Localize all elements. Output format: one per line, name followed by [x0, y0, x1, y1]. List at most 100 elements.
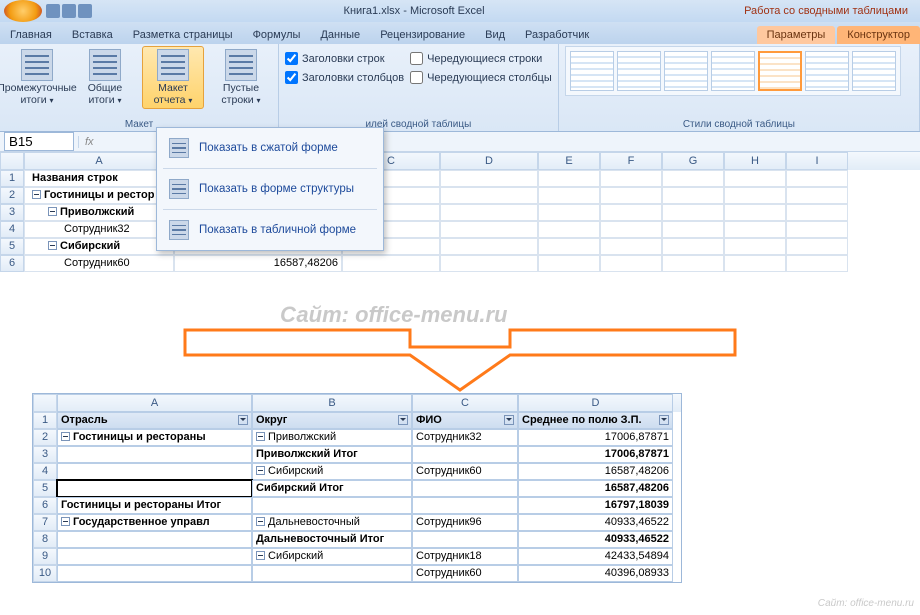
- dropdown-outline[interactable]: Показать в форме структуры: [157, 169, 383, 209]
- cell[interactable]: Названия строк: [24, 170, 174, 187]
- cell[interactable]: [600, 204, 662, 221]
- collapse-icon[interactable]: [48, 207, 57, 216]
- row-header[interactable]: 4: [33, 463, 57, 480]
- column-header[interactable]: F: [600, 152, 662, 170]
- cell[interactable]: [724, 221, 786, 238]
- cell[interactable]: [662, 238, 724, 255]
- cell[interactable]: 16587,48206: [518, 463, 673, 480]
- cell[interactable]: [600, 187, 662, 204]
- qat-redo-icon[interactable]: [78, 4, 92, 18]
- cell[interactable]: [724, 204, 786, 221]
- cell[interactable]: [412, 446, 518, 463]
- checkbox-input[interactable]: [410, 52, 423, 65]
- collapse-icon[interactable]: [256, 466, 265, 475]
- qat-undo-icon[interactable]: [62, 4, 76, 18]
- tab-home[interactable]: Главная: [0, 26, 62, 44]
- cell[interactable]: 40396,08933: [518, 565, 673, 582]
- cell[interactable]: 16797,18039: [518, 497, 673, 514]
- cell[interactable]: Приволжский: [252, 429, 412, 446]
- cell[interactable]: [538, 255, 600, 272]
- qat-save-icon[interactable]: [46, 4, 60, 18]
- filter-icon[interactable]: [238, 415, 248, 425]
- cell[interactable]: [440, 187, 538, 204]
- column-header[interactable]: I: [786, 152, 848, 170]
- cell[interactable]: [724, 255, 786, 272]
- style-thumb-selected[interactable]: [758, 51, 802, 91]
- collapse-icon[interactable]: [256, 517, 265, 526]
- cell[interactable]: [786, 187, 848, 204]
- cell[interactable]: [57, 480, 252, 497]
- filter-icon[interactable]: [504, 415, 514, 425]
- cell[interactable]: Сибирский: [252, 548, 412, 565]
- cell[interactable]: [724, 187, 786, 204]
- checkbox-input[interactable]: [285, 52, 298, 65]
- cell[interactable]: [786, 221, 848, 238]
- filter-icon[interactable]: [398, 415, 408, 425]
- cell[interactable]: Дальневосточный: [252, 514, 412, 531]
- row-header[interactable]: 2: [33, 429, 57, 446]
- collapse-icon[interactable]: [256, 551, 265, 560]
- cell[interactable]: Сотрудник60: [24, 255, 174, 272]
- style-thumb[interactable]: [805, 51, 849, 91]
- style-thumb[interactable]: [852, 51, 896, 91]
- row-header[interactable]: 4: [0, 221, 24, 238]
- cell[interactable]: [440, 204, 538, 221]
- cell[interactable]: [412, 497, 518, 514]
- cell[interactable]: Дальневосточный Итог: [252, 531, 412, 548]
- column-header[interactable]: E: [538, 152, 600, 170]
- column-header[interactable]: C: [412, 394, 518, 412]
- cell[interactable]: Отрасль: [57, 412, 252, 429]
- column-header[interactable]: D: [518, 394, 673, 412]
- cell[interactable]: Государственное управл: [57, 514, 252, 531]
- cell[interactable]: Сибирский Итог: [252, 480, 412, 497]
- layout-button[interactable]: Промежуточныеитоги ▾: [6, 46, 68, 109]
- cell[interactable]: Сотрудник96: [412, 514, 518, 531]
- column-header[interactable]: D: [440, 152, 538, 170]
- row-header[interactable]: 1: [33, 412, 57, 429]
- cell[interactable]: [440, 170, 538, 187]
- select-all-corner[interactable]: [0, 152, 24, 170]
- cell[interactable]: Приволжский Итог: [252, 446, 412, 463]
- cell[interactable]: [412, 480, 518, 497]
- cell[interactable]: [786, 170, 848, 187]
- checkbox-input[interactable]: [410, 71, 423, 84]
- cell[interactable]: [600, 221, 662, 238]
- tab-design[interactable]: Конструктор: [837, 26, 920, 44]
- cell[interactable]: [600, 170, 662, 187]
- cell[interactable]: [252, 565, 412, 582]
- tab-page-layout[interactable]: Разметка страницы: [123, 26, 243, 44]
- row-header[interactable]: 8: [33, 531, 57, 548]
- row-header[interactable]: 3: [33, 446, 57, 463]
- cell[interactable]: [57, 463, 252, 480]
- collapse-icon[interactable]: [61, 432, 70, 441]
- column-header[interactable]: H: [724, 152, 786, 170]
- cell[interactable]: Среднее по полю З.П.: [518, 412, 673, 429]
- cell[interactable]: [342, 255, 440, 272]
- cell[interactable]: 40933,46522: [518, 531, 673, 548]
- row-header[interactable]: 3: [0, 204, 24, 221]
- collapse-icon[interactable]: [256, 432, 265, 441]
- tab-developer[interactable]: Разработчик: [515, 26, 599, 44]
- layout-button[interactable]: Общиеитоги ▾: [74, 46, 136, 109]
- cell[interactable]: 16587,48206: [518, 480, 673, 497]
- cell[interactable]: [662, 170, 724, 187]
- row-header[interactable]: 2: [0, 187, 24, 204]
- cell[interactable]: [412, 531, 518, 548]
- cell[interactable]: [786, 238, 848, 255]
- cell[interactable]: Гостиницы и рестораны: [57, 429, 252, 446]
- cell[interactable]: [662, 204, 724, 221]
- style-option-checkbox[interactable]: Чередующиеся столбцы: [410, 71, 552, 84]
- style-thumb[interactable]: [664, 51, 708, 91]
- cell[interactable]: Сотрудник60: [412, 565, 518, 582]
- style-thumb[interactable]: [617, 51, 661, 91]
- cell[interactable]: [440, 221, 538, 238]
- cell[interactable]: [57, 565, 252, 582]
- worksheet-bottom[interactable]: ABCD1ОтрасльОкругФИОСреднее по полю З.П.…: [32, 393, 682, 583]
- checkbox-input[interactable]: [285, 71, 298, 84]
- cell[interactable]: Сотрудник32: [24, 221, 174, 238]
- layout-button[interactable]: Макетотчета ▾: [142, 46, 204, 109]
- dropdown-compact[interactable]: Показать в сжатой форме: [157, 128, 383, 168]
- row-header[interactable]: 6: [0, 255, 24, 272]
- tab-options[interactable]: Параметры: [757, 26, 836, 44]
- cell[interactable]: [252, 497, 412, 514]
